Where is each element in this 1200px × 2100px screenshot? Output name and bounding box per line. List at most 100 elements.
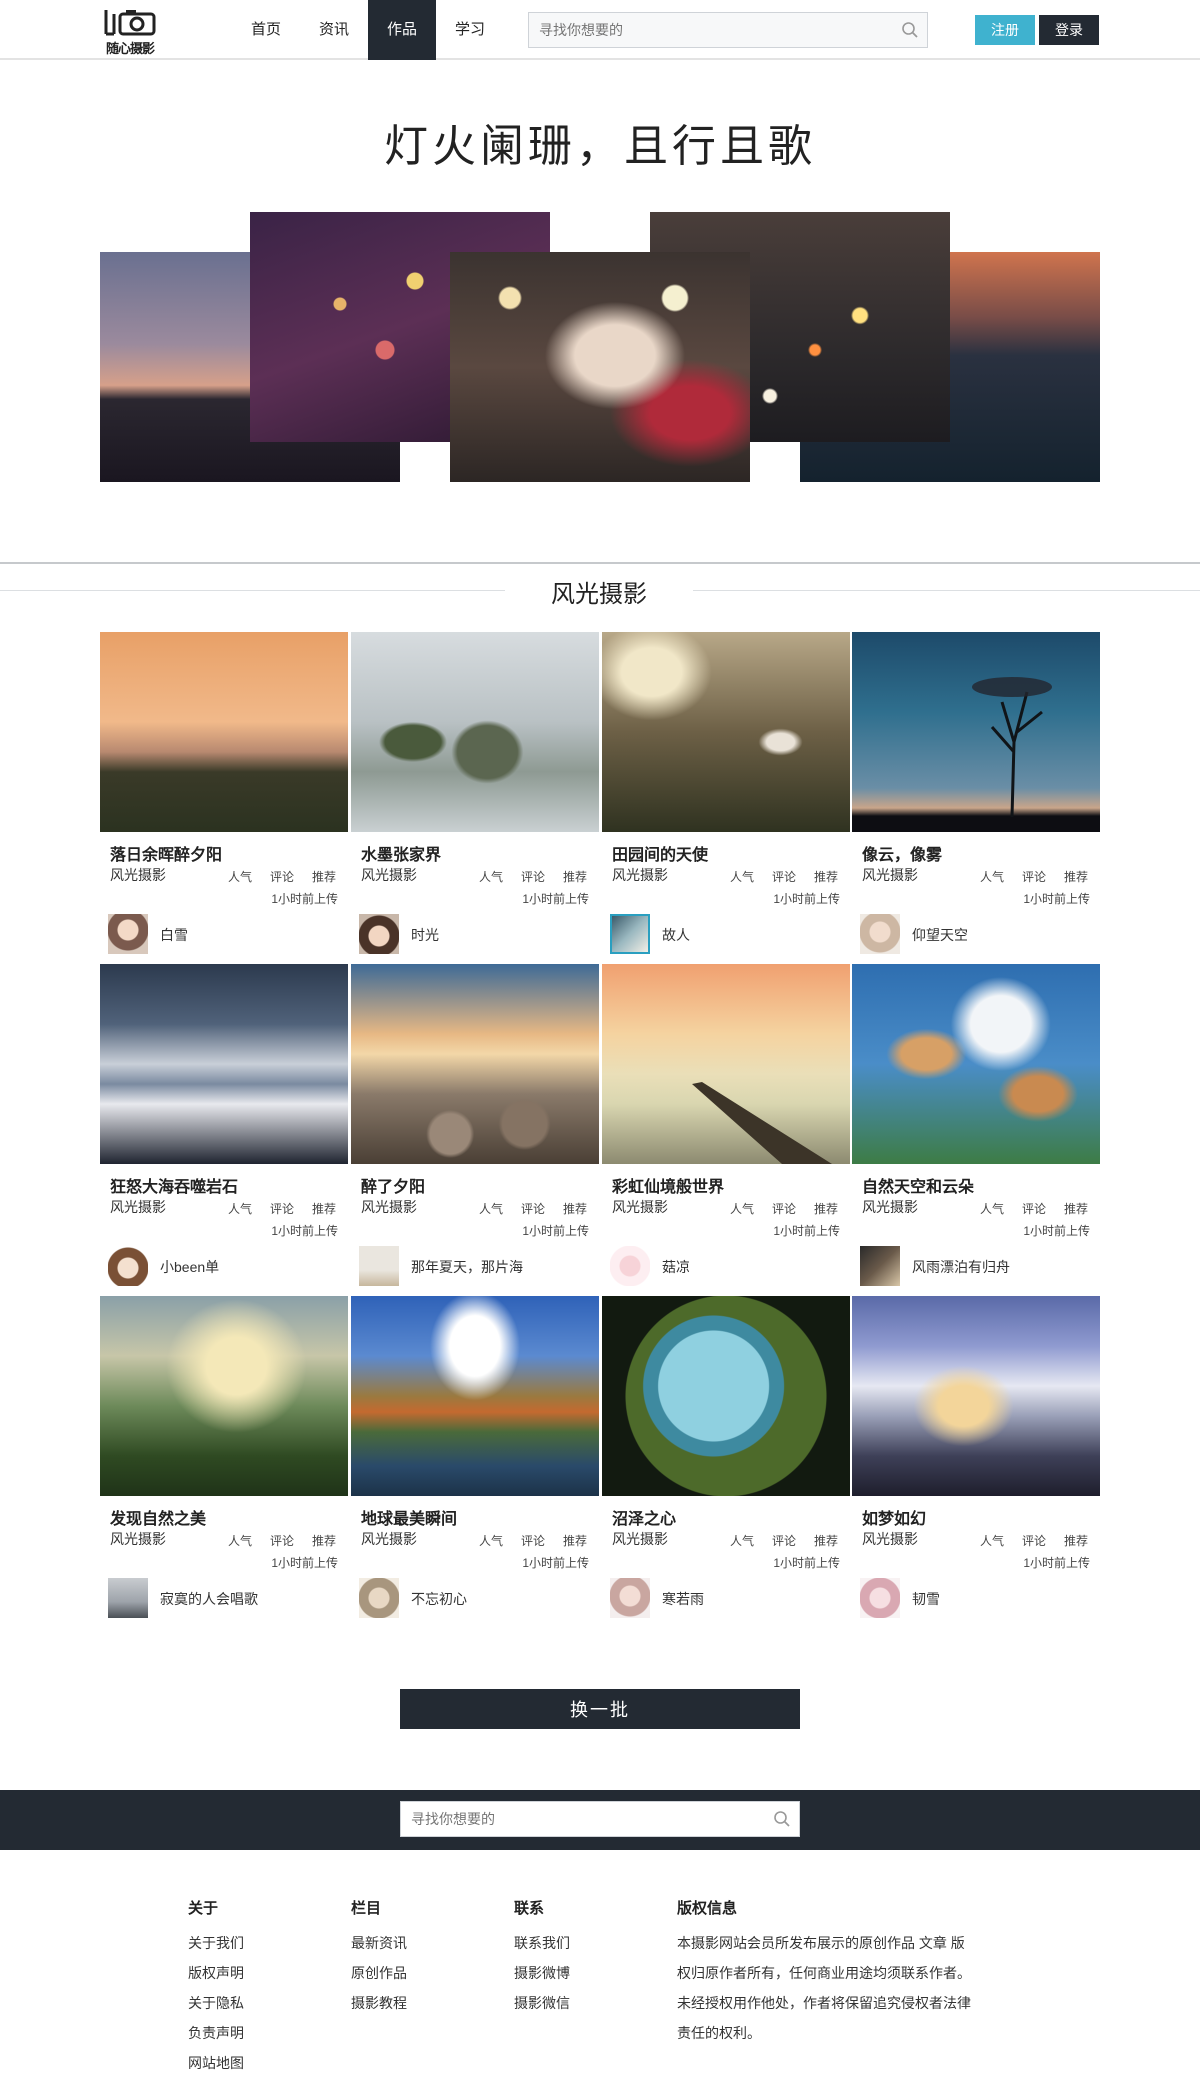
nav-news[interactable]: 资讯 (300, 0, 368, 60)
footer-link-weibo[interactable]: 摄影微博 (514, 1958, 570, 1988)
card-image[interactable] (602, 632, 850, 832)
avatar[interactable] (610, 1578, 650, 1618)
card-category[interactable]: 风光摄影 (110, 1529, 166, 1549)
comments-label[interactable]: 评论 (521, 1532, 545, 1549)
nav-works[interactable]: 作品 (368, 0, 436, 60)
footer-search-input[interactable] (401, 1802, 761, 1836)
footer-link-tutorials[interactable]: 摄影教程 (351, 1988, 407, 2018)
comments-label[interactable]: 评论 (270, 868, 294, 885)
recommend-label[interactable]: 推荐 (312, 1532, 336, 1549)
photo-card[interactable]: 彩虹仙境般世界 风光摄影 人气 评论 推荐 1小时前上传 菇凉 (602, 964, 850, 1294)
search-icon[interactable] (773, 1810, 791, 1828)
card-image[interactable] (100, 632, 348, 832)
card-title[interactable]: 像云，像雾 (862, 841, 942, 865)
photo-card[interactable]: 地球最美瞬间 风光摄影 人气 评论 推荐 1小时前上传 不忘初心 (351, 1296, 599, 1626)
recommend-label[interactable]: 推荐 (814, 1200, 838, 1217)
comments-label[interactable]: 评论 (521, 868, 545, 885)
footer-link-about-us[interactable]: 关于我们 (188, 1928, 244, 1958)
card-title[interactable]: 自然天空和云朵 (862, 1173, 974, 1197)
card-category[interactable]: 风光摄影 (862, 865, 918, 885)
login-button[interactable]: 登录 (1039, 15, 1099, 45)
author-name[interactable]: 那年夏天，那片海 (411, 1257, 523, 1277)
card-image[interactable] (852, 1296, 1100, 1496)
comments-label[interactable]: 评论 (1022, 1532, 1046, 1549)
recommend-label[interactable]: 推荐 (563, 868, 587, 885)
recommend-label[interactable]: 推荐 (1064, 868, 1088, 885)
card-title[interactable]: 落日余晖醉夕阳 (110, 841, 222, 865)
avatar[interactable] (359, 914, 399, 954)
nav-learn[interactable]: 学习 (436, 0, 504, 60)
footer-link-copyright[interactable]: 版权声明 (188, 1958, 244, 1988)
card-image[interactable] (852, 964, 1100, 1164)
recommend-label[interactable]: 推荐 (1064, 1532, 1088, 1549)
card-title[interactable]: 如梦如幻 (862, 1505, 926, 1529)
card-image[interactable] (602, 964, 850, 1164)
author-name[interactable]: 韧雪 (912, 1589, 940, 1609)
avatar[interactable] (108, 1246, 148, 1286)
avatar[interactable] (860, 1246, 900, 1286)
avatar[interactable] (108, 1578, 148, 1618)
photo-card[interactable]: 醉了夕阳 风光摄影 人气 评论 推荐 1小时前上传 那年夏天，那片海 (351, 964, 599, 1294)
author-name[interactable]: 寂寞的人会唱歌 (160, 1589, 258, 1609)
recommend-label[interactable]: 推荐 (312, 868, 336, 885)
card-image[interactable] (351, 964, 599, 1164)
register-button[interactable]: 注册 (975, 15, 1035, 45)
card-image[interactable] (100, 964, 348, 1164)
footer-link-sitemap[interactable]: 网站地图 (188, 2048, 244, 2078)
card-title[interactable]: 沼泽之心 (612, 1505, 676, 1529)
card-title[interactable]: 水墨张家界 (361, 841, 441, 865)
author-name[interactable]: 风雨漂泊有归舟 (912, 1257, 1010, 1277)
search-input[interactable] (529, 13, 889, 47)
avatar[interactable] (860, 1578, 900, 1618)
comments-label[interactable]: 评论 (1022, 868, 1046, 885)
footer-link-privacy[interactable]: 关于隐私 (188, 1988, 244, 2018)
author-name[interactable]: 菇凉 (662, 1257, 690, 1277)
photo-card[interactable]: 发现自然之美 风光摄影 人气 评论 推荐 1小时前上传 寂寞的人会唱歌 (100, 1296, 348, 1626)
recommend-label[interactable]: 推荐 (814, 868, 838, 885)
footer-link-news[interactable]: 最新资讯 (351, 1928, 407, 1958)
card-title[interactable]: 彩虹仙境般世界 (612, 1173, 724, 1197)
photo-card[interactable]: 水墨张家界 风光摄影 人气 评论 推荐 1小时前上传 时光 (351, 632, 599, 962)
card-category[interactable]: 风光摄影 (361, 865, 417, 885)
card-image[interactable] (602, 1296, 850, 1496)
recommend-label[interactable]: 推荐 (814, 1532, 838, 1549)
comments-label[interactable]: 评论 (270, 1532, 294, 1549)
recommend-label[interactable]: 推荐 (1064, 1200, 1088, 1217)
footer-link-works[interactable]: 原创作品 (351, 1958, 407, 1988)
author-name[interactable]: 故人 (662, 925, 690, 945)
author-name[interactable]: 小been单 (160, 1257, 219, 1277)
recommend-label[interactable]: 推荐 (312, 1200, 336, 1217)
photo-card[interactable]: 像云，像雾 风光摄影 人气 评论 推荐 1小时前上传 仰望天空 (852, 632, 1100, 962)
card-category[interactable]: 风光摄影 (862, 1529, 918, 1549)
avatar[interactable] (610, 1246, 650, 1286)
recommend-label[interactable]: 推荐 (563, 1532, 587, 1549)
card-category[interactable]: 风光摄影 (612, 1197, 668, 1217)
card-category[interactable]: 风光摄影 (361, 1529, 417, 1549)
card-title[interactable]: 狂怒大海吞噬岩石 (110, 1173, 238, 1197)
hero-photo-girl[interactable] (450, 252, 750, 482)
card-category[interactable]: 风光摄影 (361, 1197, 417, 1217)
photo-card[interactable]: 田园间的天使 风光摄影 人气 评论 推荐 1小时前上传 故人 (602, 632, 850, 962)
comments-label[interactable]: 评论 (270, 1200, 294, 1217)
card-category[interactable]: 风光摄影 (612, 865, 668, 885)
photo-card[interactable]: 沼泽之心 风光摄影 人气 评论 推荐 1小时前上传 寒若雨 (602, 1296, 850, 1626)
comments-label[interactable]: 评论 (1022, 1200, 1046, 1217)
author-name[interactable]: 白雪 (160, 925, 188, 945)
avatar[interactable] (610, 914, 650, 954)
footer-link-contact[interactable]: 联系我们 (514, 1928, 570, 1958)
card-image[interactable] (351, 632, 599, 832)
photo-card[interactable]: 如梦如幻 风光摄影 人气 评论 推荐 1小时前上传 韧雪 (852, 1296, 1100, 1626)
avatar[interactable] (359, 1578, 399, 1618)
card-title[interactable]: 醉了夕阳 (361, 1173, 425, 1197)
avatar[interactable] (860, 914, 900, 954)
refresh-batch-button[interactable]: 换一批 (400, 1689, 800, 1729)
card-category[interactable]: 风光摄影 (862, 1197, 918, 1217)
card-category[interactable]: 风光摄影 (110, 1197, 166, 1217)
card-title[interactable]: 地球最美瞬间 (361, 1505, 457, 1529)
card-category[interactable]: 风光摄影 (110, 865, 166, 885)
photo-card[interactable]: 自然天空和云朵 风光摄影 人气 评论 推荐 1小时前上传 风雨漂泊有归舟 (852, 964, 1100, 1294)
nav-home[interactable]: 首页 (232, 0, 300, 60)
recommend-label[interactable]: 推荐 (563, 1200, 587, 1217)
footer-link-wechat[interactable]: 摄影微信 (514, 1988, 570, 2018)
author-name[interactable]: 仰望天空 (912, 925, 968, 945)
